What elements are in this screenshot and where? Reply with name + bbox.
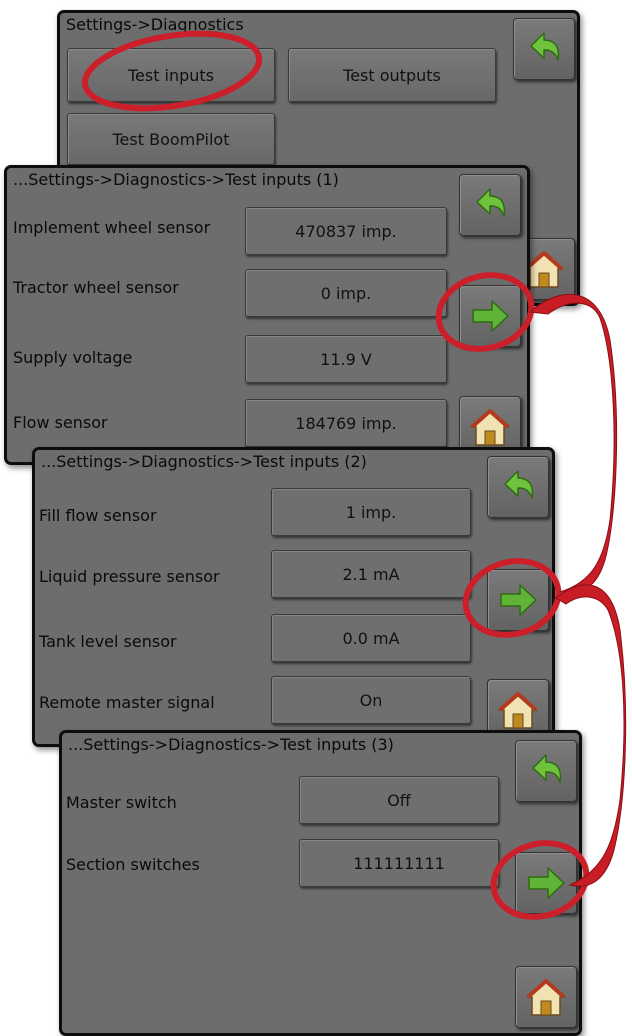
- flow-sensor-label: Flow sensor: [13, 413, 108, 432]
- master-switch-label: Master switch: [66, 793, 177, 812]
- screen-title: Settings->Diagnostics: [66, 15, 244, 34]
- implement-wheel-sensor-value: 470837 imp.: [245, 207, 447, 255]
- next-arrow-icon: [472, 300, 509, 332]
- tractor-wheel-sensor-value: 0 imp.: [245, 269, 447, 317]
- next-button[interactable]: [487, 569, 549, 631]
- next-arrow-icon: [500, 584, 537, 616]
- back-arrow-icon: [530, 32, 560, 61]
- back-button[interactable]: [487, 456, 549, 518]
- remote-master-signal-label: Remote master signal: [39, 693, 215, 712]
- home-icon: [470, 409, 510, 446]
- home-icon: [498, 692, 538, 729]
- liquid-pressure-sensor-value: 2.1 mA: [271, 550, 471, 598]
- tank-level-sensor-value: 0.0 mA: [271, 614, 471, 662]
- flow-sensor-value: 184769 imp.: [245, 399, 447, 447]
- back-button[interactable]: [459, 174, 521, 236]
- home-icon: [526, 979, 566, 1016]
- master-switch-value: Off: [299, 776, 499, 824]
- next-button[interactable]: [459, 285, 521, 347]
- next-button[interactable]: [515, 852, 577, 914]
- screen-title: ...Settings->Diagnostics->Test inputs (1…: [13, 170, 339, 189]
- screen-title: ...Settings->Diagnostics->Test inputs (3…: [68, 735, 394, 754]
- back-arrow-icon: [504, 470, 534, 499]
- screen-title: ...Settings->Diagnostics->Test inputs (2…: [41, 452, 367, 471]
- supply-voltage-label: Supply voltage: [13, 348, 133, 367]
- fill-flow-sensor-value: 1 imp.: [271, 488, 471, 536]
- back-arrow-icon: [476, 188, 506, 217]
- next-arrow-icon: [528, 867, 565, 899]
- back-button[interactable]: [515, 740, 577, 802]
- section-switches-value: 111111111: [299, 839, 499, 887]
- test-boompilot-button[interactable]: Test BoomPilot: [67, 113, 275, 165]
- back-arrow-icon: [532, 754, 562, 783]
- supply-voltage-value: 11.9 V: [245, 335, 447, 383]
- remote-master-signal-value: On: [271, 676, 471, 724]
- implement-wheel-sensor-label: Implement wheel sensor: [13, 218, 211, 237]
- liquid-pressure-sensor-label: Liquid pressure sensor: [39, 567, 220, 586]
- fill-flow-sensor-label: Fill flow sensor: [39, 506, 157, 525]
- back-button[interactable]: [513, 18, 575, 80]
- home-button[interactable]: [515, 966, 577, 1028]
- section-switches-label: Section switches: [66, 855, 200, 874]
- tractor-wheel-sensor-label: Tractor wheel sensor: [13, 278, 179, 297]
- test-inputs-1-screen: ...Settings->Diagnostics->Test inputs (1…: [4, 165, 530, 465]
- test-outputs-button[interactable]: Test outputs: [288, 48, 496, 102]
- tank-level-sensor-label: Tank level sensor: [39, 632, 177, 651]
- test-inputs-2-screen: ...Settings->Diagnostics->Test inputs (2…: [32, 447, 555, 747]
- test-inputs-3-screen: ...Settings->Diagnostics->Test inputs (3…: [59, 730, 582, 1036]
- test-inputs-button[interactable]: Test inputs: [67, 48, 275, 102]
